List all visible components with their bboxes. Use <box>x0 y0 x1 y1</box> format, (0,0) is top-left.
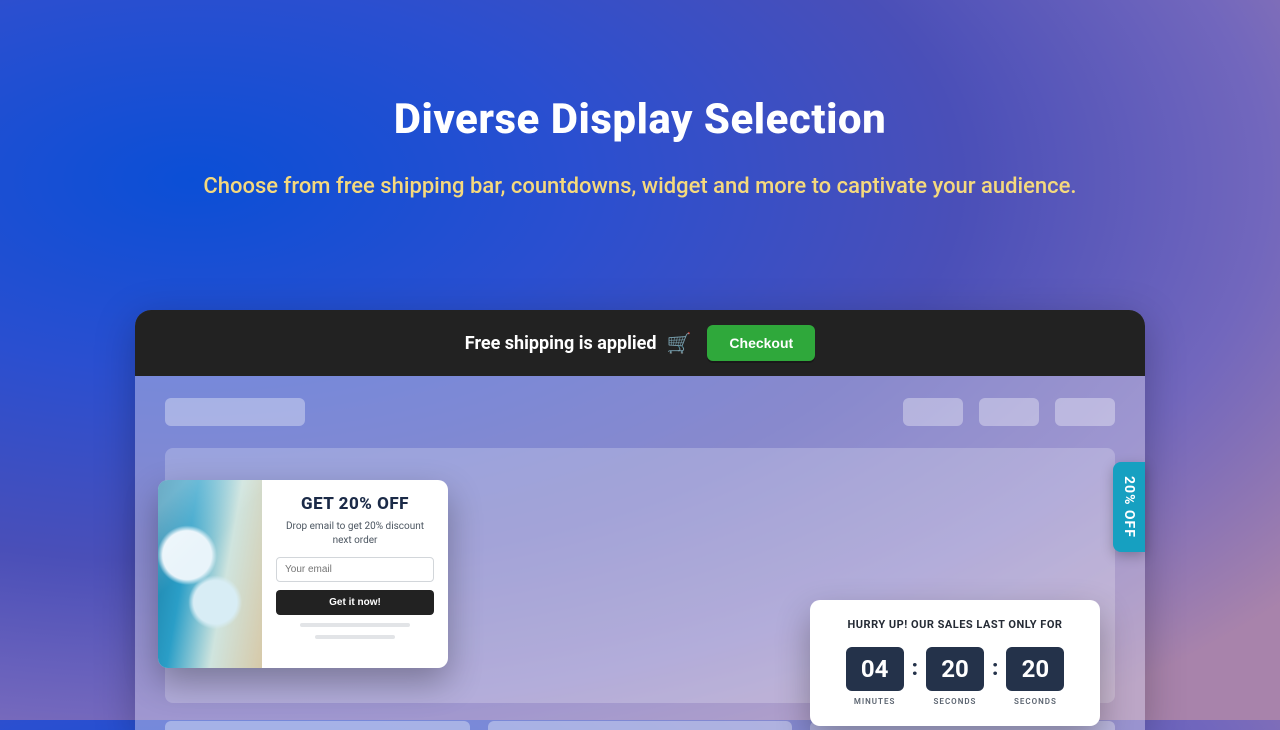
placeholder-block <box>165 398 305 426</box>
hero-section: Diverse Display Selection Choose from fr… <box>0 0 1280 204</box>
placeholder-block <box>165 721 470 730</box>
countdown-timer: 04 MINUTES : 20 SECONDS : 20 SECONDS <box>828 647 1082 706</box>
email-popup-card: GET 20% OFF Drop email to get 20% discou… <box>158 480 448 668</box>
countdown-separator: : <box>912 647 918 691</box>
placeholder-block <box>979 398 1039 426</box>
countdown-separator: : <box>992 647 998 691</box>
placeholder-block <box>488 721 793 730</box>
popup-subtitle: Drop email to get 20% discount next orde… <box>276 520 434 547</box>
free-shipping-text: Free shipping is applied <box>465 333 657 354</box>
mock-header-row <box>165 398 1115 426</box>
checkout-button[interactable]: Checkout <box>707 325 815 361</box>
placeholder-line <box>315 635 395 639</box>
countdown-label: MINUTES <box>854 697 896 706</box>
countdown-value: 04 <box>846 647 904 691</box>
promo-side-tab[interactable]: 20% OFF <box>1113 462 1145 552</box>
countdown-unit: 20 SECONDS <box>1006 647 1064 706</box>
popup-title: GET 20% OFF <box>301 494 409 514</box>
placeholder-block <box>903 398 963 426</box>
placeholder-line <box>300 623 410 627</box>
hero-subtitle: Choose from free shipping bar, countdown… <box>0 170 1280 204</box>
countdown-label: SECONDS <box>934 697 977 706</box>
hero-title: Diverse Display Selection <box>0 95 1280 144</box>
countdown-value: 20 <box>926 647 984 691</box>
cart-icon: 🛒 <box>667 331 692 355</box>
get-it-now-button[interactable]: Get it now! <box>276 590 434 615</box>
free-shipping-bar: Free shipping is applied 🛒 Checkout <box>135 310 1145 376</box>
countdown-unit: 20 SECONDS <box>926 647 984 706</box>
countdown-unit: 04 MINUTES <box>846 647 904 706</box>
email-input[interactable] <box>276 557 434 582</box>
countdown-widget: HURRY UP! OUR SALES LAST ONLY FOR 04 MIN… <box>810 600 1100 726</box>
popup-image <box>158 480 262 668</box>
countdown-label: SECONDS <box>1014 697 1057 706</box>
placeholder-block <box>1055 398 1115 426</box>
countdown-value: 20 <box>1006 647 1064 691</box>
countdown-headline: HURRY UP! OUR SALES LAST ONLY FOR <box>828 618 1082 631</box>
popup-form: GET 20% OFF Drop email to get 20% discou… <box>262 480 448 668</box>
